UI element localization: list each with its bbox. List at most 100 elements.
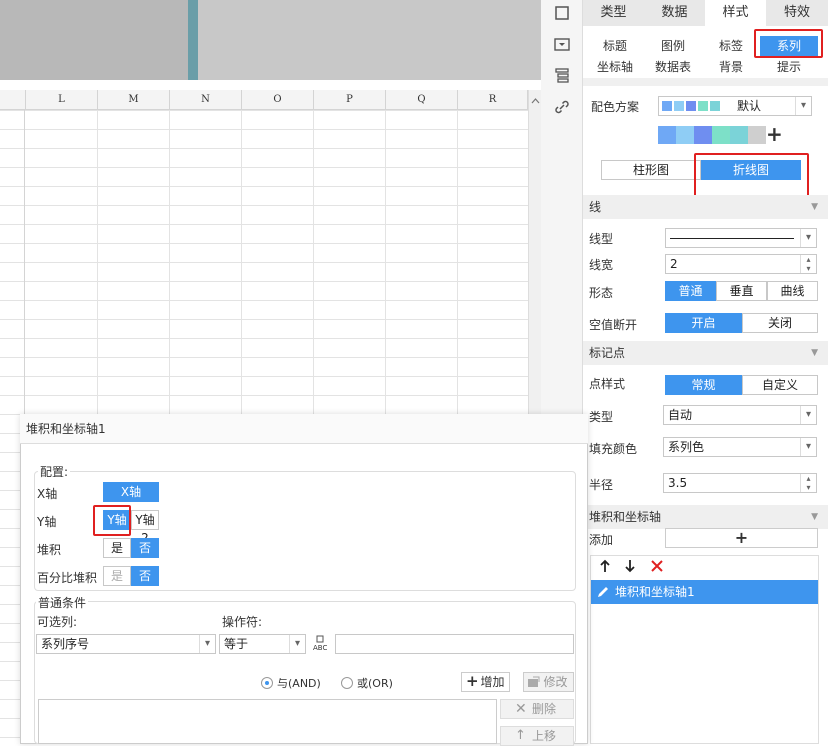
arrow-down-icon[interactable] [623,559,637,573]
scheme-color-bar[interactable] [658,126,766,144]
marker-type-label: 类型 [589,410,614,424]
column-header-p[interactable]: P [313,90,385,110]
stack-no-option[interactable]: 否 [131,538,159,558]
chevron-down-icon[interactable]: ▾ [795,97,811,115]
shape-vertical-option[interactable]: 垂直 [716,281,767,301]
percent-no-option[interactable]: 否 [131,566,159,586]
shape-normal-option[interactable]: 普通 [665,281,716,301]
chevron-down-icon[interactable]: ▾ [800,406,816,424]
subtab-datatable[interactable]: 数据表 [644,57,702,77]
operator-select-value: 等于 [224,637,249,651]
modify-icon [528,676,540,687]
highlight-box [754,29,823,58]
divider [583,78,828,86]
condition-value-input[interactable] [335,634,574,654]
abc-type-icon[interactable]: ABC [311,633,331,653]
move-up-button[interactable]: ↑ 上移 [500,726,574,746]
tab-style[interactable]: 样式 [705,0,766,26]
column-header-o[interactable]: O [241,90,313,110]
chevron-down-icon[interactable]: ▾ [289,635,305,653]
chevron-down-icon[interactable]: ▾ [800,438,816,456]
tab-type[interactable]: 类型 [583,0,644,26]
add-color-icon[interactable]: + [766,122,783,146]
link-icon[interactable] [553,98,571,116]
point-style-normal-option[interactable]: 常规 [665,375,742,395]
add-stack-button[interactable]: + [665,528,818,548]
subtab-background[interactable]: 背景 [702,57,760,77]
point-style-label: 点样式 [589,377,626,391]
collapse-icon[interactable]: ▼ [811,341,818,365]
shape-curve-option[interactable]: 曲线 [767,281,818,301]
x-axis-option[interactable]: X轴 [103,482,159,502]
column-header-l[interactable]: L [25,90,97,110]
add-condition-button[interactable]: + 增加 [461,672,510,692]
edit-icon[interactable] [596,585,610,599]
chevron-down-icon[interactable]: ▾ [199,635,215,653]
section-marker-title: 标记点 [589,346,626,360]
stack-list-item[interactable]: 堆积和坐标轴1 [591,580,818,604]
swatch [686,101,696,111]
radius-label: 半径 [589,478,614,492]
operator-select[interactable]: 等于 ▾ [219,634,306,654]
dialog-title: 堆积和坐标轴1 [20,414,588,444]
line-type-label: 线型 [589,232,614,246]
delete-condition-button[interactable]: ✕ 删除 [500,699,574,719]
gap-on-option[interactable]: 开启 [665,313,742,333]
fill-color-select[interactable]: 系列色 ▾ [663,437,817,457]
add-condition-label: 增加 [480,675,505,689]
section-line-title: 线 [589,200,602,214]
y-axis2-option[interactable]: Y轴2 [131,510,159,545]
stepper-icon[interactable]: ▴ ▾ [800,474,816,492]
and-label: 与(AND) [277,677,321,690]
x-icon: ✕ [515,701,527,717]
column-header-r[interactable]: R [457,90,528,110]
gap-label: 空值断开 [589,318,638,332]
subtab-axis[interactable]: 坐标轴 [586,57,644,77]
gap-off-option[interactable]: 关闭 [742,313,818,333]
collapse-icon[interactable]: ▼ [811,505,818,529]
section-marker[interactable]: 标记点 ▼ [583,341,828,365]
or-radio[interactable] [341,677,353,689]
point-style-custom-option[interactable]: 自定义 [742,375,818,395]
subtab-tooltip[interactable]: 提示 [760,57,818,77]
layers-icon[interactable] [553,66,571,84]
column-header-q[interactable]: Q [385,90,457,110]
arrow-up-icon[interactable] [598,559,612,573]
marker-type-select[interactable]: 自动 ▾ [663,405,817,425]
column-header-m[interactable]: M [97,90,169,110]
subtab-legend[interactable]: 图例 [644,36,702,56]
percent-yes-option[interactable]: 是 [103,566,131,586]
or-label: 或(OR) [357,677,393,690]
line-type-select[interactable]: ▾ [665,228,817,248]
square-icon[interactable] [553,4,571,22]
column-header-n[interactable]: N [169,90,241,110]
tab-effects[interactable]: 特效 [766,0,828,26]
swatch [694,126,712,144]
subtab-label[interactable]: 标签 [702,36,760,56]
operator-label: 操作符: [222,615,263,629]
section-line[interactable]: 线 ▼ [583,195,828,219]
tab-data[interactable]: 数据 [644,0,705,26]
x-axis-label: X轴 [37,487,58,501]
svg-text:ABC: ABC [313,644,327,652]
modify-condition-button[interactable]: 修改 [523,672,574,692]
swatch [730,126,748,144]
delete-condition-label: 删除 [531,702,556,716]
section-stack-axis[interactable]: 堆积和坐标轴 ▼ [583,505,828,529]
column-select[interactable]: 系列序号 ▾ [36,634,216,654]
delete-icon[interactable] [650,559,664,573]
color-scheme-select[interactable]: 默认 ▾ [658,96,812,116]
stepper-icon[interactable]: ▴ ▾ [800,255,816,273]
add-label: 添加 [589,533,614,547]
line-width-input[interactable]: 2 ▴ ▾ [665,254,817,274]
bar-chart-button[interactable]: 柱形图 [601,160,701,180]
condition-list[interactable] [38,699,497,744]
chevron-down-icon[interactable]: ▾ [800,229,816,247]
dropdown-widget-icon[interactable] [553,36,571,54]
subtab-title[interactable]: 标题 [586,36,644,56]
line-sample [670,238,794,239]
collapse-icon[interactable]: ▼ [811,195,818,219]
stack-yes-option[interactable]: 是 [103,538,131,558]
and-radio[interactable] [261,677,273,689]
radius-input[interactable]: 3.5 ▴ ▾ [663,473,817,493]
